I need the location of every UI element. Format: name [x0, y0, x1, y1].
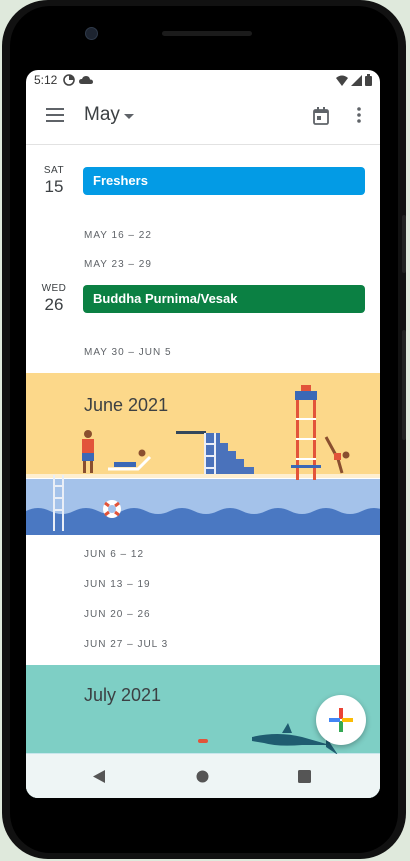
cloud-icon [79, 76, 94, 84]
week-header[interactable]: JUN 13 – 19 [84, 579, 151, 590]
schedule-list: SAT 15 Freshers MAY 16 – 22 MAY 23 – 29 … [26, 145, 380, 798]
hamburger-menu-icon[interactable] [46, 108, 64, 122]
caret-down-icon[interactable] [124, 114, 134, 119]
status-bar: 5:12 [26, 70, 380, 90]
day-of-month: 26 [44, 295, 64, 314]
day-label-wed-26[interactable]: WED 26 [34, 283, 74, 315]
event-buddha-purnima[interactable]: Buddha Purnima/Vesak [83, 285, 365, 313]
week-header[interactable]: JUN 6 – 12 [84, 549, 144, 560]
earpiece-speaker [162, 31, 252, 36]
week-header[interactable]: MAY 30 – JUN 5 [84, 347, 172, 358]
week-header[interactable]: MAY 23 – 29 [84, 259, 152, 270]
day-of-month: 15 [44, 177, 64, 196]
battery-icon [365, 74, 372, 86]
app-bar: May [26, 90, 380, 145]
power-button [402, 330, 406, 440]
more-options-icon[interactable] [357, 107, 361, 123]
july-banner-title: July 2021 [84, 685, 162, 705]
month-label: May [84, 104, 120, 125]
summer-pool-illustration [26, 373, 380, 535]
day-of-week: SAT [43, 165, 65, 176]
recents-icon[interactable] [298, 770, 311, 783]
wifi-icon [336, 75, 348, 86]
status-time: 5:12 [34, 73, 58, 87]
week-header[interactable]: JUN 27 – JUL 3 [84, 639, 168, 650]
calendar-screen: 5:12 May SAT 15 Freshers MAY 16 – 22 MAY… [26, 70, 380, 798]
system-navigation-bar [26, 754, 380, 798]
front-camera [85, 27, 98, 40]
create-event-button[interactable] [316, 695, 366, 745]
today-calendar-icon[interactable] [313, 107, 329, 125]
month-selector[interactable]: May [84, 104, 120, 126]
volume-button [402, 215, 406, 273]
plus-icon [329, 708, 353, 732]
home-icon[interactable] [196, 770, 209, 783]
event-freshers[interactable]: Freshers [83, 167, 365, 195]
week-header[interactable]: MAY 16 – 22 [84, 230, 152, 241]
signal-icon [351, 74, 362, 86]
day-of-week: WED [41, 283, 67, 294]
june-month-banner[interactable]: June 2021 [26, 373, 380, 535]
back-icon[interactable] [93, 770, 105, 783]
day-label-sat-15[interactable]: SAT 15 [34, 165, 74, 197]
week-header[interactable]: JUN 20 – 26 [84, 609, 151, 620]
june-banner-title: June 2021 [84, 395, 169, 415]
data-saver-icon [63, 74, 76, 86]
